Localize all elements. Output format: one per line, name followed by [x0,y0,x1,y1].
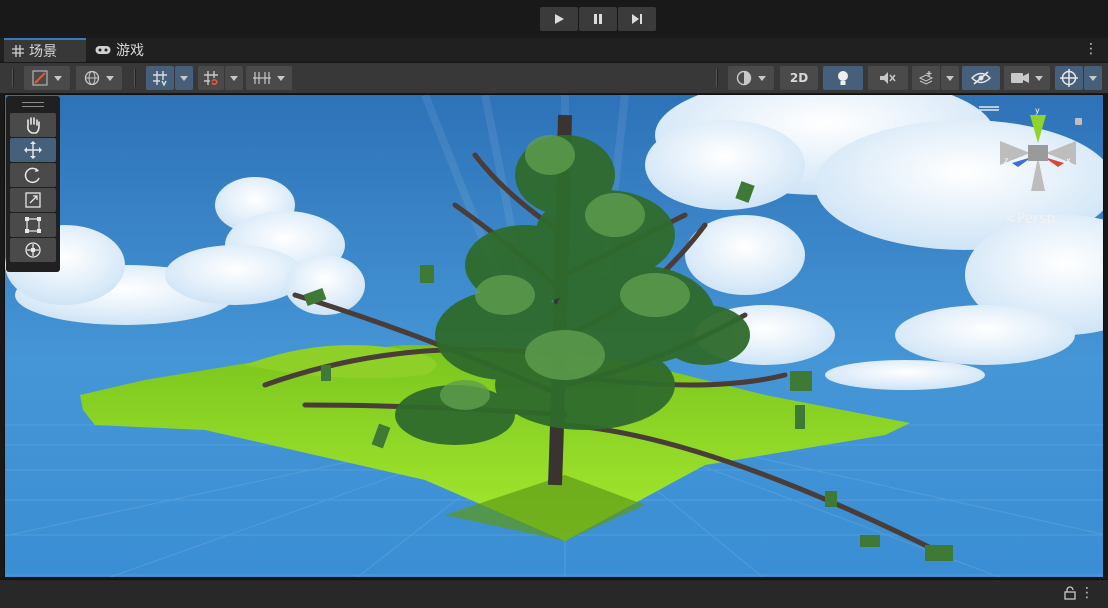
global-dropdown[interactable] [76,66,122,90]
move-icon [24,141,42,159]
draw-mode-icon [32,70,48,86]
status-menu-icon[interactable]: ⋮ [1080,585,1094,601]
scene-viewport[interactable]: y x z <Persp [4,94,1104,578]
chevron-down-icon [277,75,285,81]
transform-tool-button[interactable] [10,238,56,262]
scale-icon [25,192,41,208]
lighting-toggle[interactable] [823,66,863,90]
unity-scene-editor: 场景 游戏 ⋮ 2D y x z <Persp ⋮ [0,0,1108,608]
bottom-status-bar: ⋮ [0,579,1108,608]
pause-button[interactable] [579,7,617,31]
2d-label: 2D [789,71,809,85]
step-button[interactable] [618,7,656,31]
projection-label: Persp [1016,211,1056,227]
gizmo-y-label: y [1035,106,1040,115]
gamepad-icon [95,46,111,54]
grid-icon [12,45,24,57]
draw-mode-dropdown[interactable] [24,66,70,90]
rect-icon [25,217,41,233]
snap-grid-icon [153,71,167,86]
hand-icon [27,117,40,134]
global-icon [84,70,100,86]
projection-arrow-icon: < [1005,211,1017,227]
rotate-tool-button[interactable] [10,163,56,187]
play-button[interactable] [540,7,578,31]
toolbar-grip [12,69,14,87]
play-controls [540,7,656,31]
snap-grid-dropdown[interactable] [175,66,193,90]
move-tool-button[interactable] [10,138,56,162]
toolbar-separator [716,69,718,87]
effects-toggle[interactable] [912,66,940,90]
play-bar [0,0,1108,38]
scene-toolbar: 2D [0,63,1108,93]
chevron-down-icon [54,75,62,81]
increment-snap-icon [204,71,218,86]
step-icon [632,14,642,24]
snap-grid-toggle[interactable] [146,66,174,90]
2d-toggle[interactable]: 2D [780,66,818,90]
rotate-icon [24,167,40,184]
effects-dropdown[interactable] [941,66,959,90]
gizmos-dropdown[interactable] [1084,66,1102,90]
increment-snap-toggle[interactable] [198,66,224,90]
audio-icon [880,72,896,84]
rect-tool-button[interactable] [10,213,56,237]
grid-visibility-dropdown[interactable] [246,66,292,90]
camera-icon [1011,73,1029,83]
gizmos-toggle[interactable] [1055,66,1083,90]
tab-scene[interactable]: 场景 [4,38,86,62]
scene-visibility-toggle[interactable] [962,66,1000,90]
audio-toggle[interactable] [868,66,908,90]
lighting-icon [838,71,848,85]
chevron-down-icon [1089,75,1097,81]
shading-mode-icon [736,70,752,86]
gizmo-lock-icon[interactable] [1075,118,1082,125]
toolbar-separator [134,69,136,87]
effects-icon [918,71,934,85]
window-tab-bar: 场景 游戏 ⋮ [0,38,1108,62]
chevron-down-icon [758,75,766,81]
gizmo-z-label: z [1004,156,1008,165]
play-icon [555,14,564,24]
grid-visibility-icon [253,72,271,84]
tab-game[interactable]: 游戏 [95,38,165,62]
increment-snap-dropdown[interactable] [225,66,243,90]
pause-icon [594,14,602,24]
scene-visibility-icon [971,71,991,85]
camera-dropdown[interactable] [1004,66,1050,90]
tab-menu-icon[interactable]: ⋮ [1084,41,1098,57]
hand-tool-button[interactable] [10,113,56,137]
gizmos-icon [1060,69,1078,87]
scale-tool-button[interactable] [10,188,56,212]
projection-toggle[interactable]: <Persp [1005,211,1055,227]
tab-game-label: 游戏 [116,43,144,59]
chevron-down-icon [1035,75,1043,81]
chevron-down-icon [106,75,114,81]
tools-overlay [6,96,60,272]
tab-scene-label: 场景 [29,44,57,60]
gizmo-x-label: x [1066,156,1071,165]
shading-mode-dropdown[interactable] [728,66,774,90]
chevron-down-icon [230,75,238,81]
transform-icon [25,242,41,258]
lock-icon[interactable] [1064,586,1076,604]
palette-grip[interactable] [22,102,44,107]
chevron-down-icon [180,75,188,81]
chevron-down-icon [946,75,954,81]
scene-render: y x z [5,95,1103,577]
